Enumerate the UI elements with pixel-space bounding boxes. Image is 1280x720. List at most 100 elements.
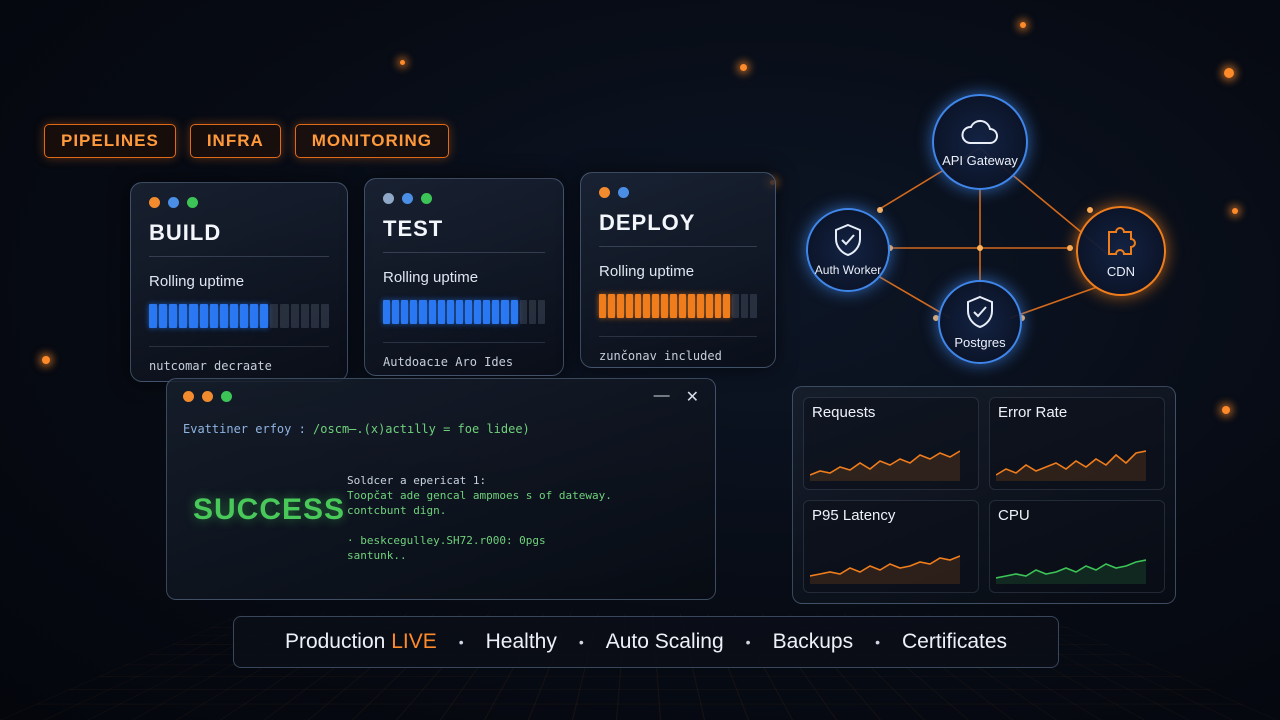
uptime-segment [492, 300, 500, 324]
sparkline [996, 559, 1146, 584]
uptime-segment [219, 304, 228, 328]
stage-title: TEST [383, 216, 545, 253]
status-bar: Production LIVE • Healthy • Auto Scaling… [233, 616, 1059, 668]
uptime-segment [616, 294, 624, 318]
live-badge: LIVE [391, 630, 437, 653]
terminal-line: Soldcer a epericat 1: [347, 474, 487, 487]
sparkline-area [810, 451, 960, 481]
terminal-line: Toopčat ade gencal ampmoes s of dateway. [347, 489, 612, 502]
ambient-glow [740, 64, 747, 71]
uptime-segment [643, 294, 651, 318]
window-dots [149, 197, 329, 208]
production-status: Production LIVE [285, 630, 437, 654]
stage-card-deploy[interactable]: DEPLOY Rolling uptime zunčonav included [580, 172, 776, 368]
uptime-segment [679, 294, 686, 318]
terminal-header: Evattiner erfoy : /oscm̶.(x)actılly = fo… [183, 422, 699, 436]
sparkline [996, 450, 1146, 481]
metric-p95-latency[interactable]: P95 Latency [803, 500, 979, 593]
uptime-segment [519, 300, 527, 324]
uptime-segment [670, 294, 678, 318]
stage-title: DEPLOY [599, 210, 757, 247]
service-graph: API Gateway Auth Worker Postgres CDN [800, 86, 1180, 386]
uptime-segment [652, 294, 660, 318]
orange-dot-icon [183, 391, 194, 402]
status-item-healthy[interactable]: Healthy [486, 630, 557, 654]
uptime-segment [189, 304, 198, 328]
ambient-glow [1222, 406, 1230, 414]
terminal-line: contcbunt dign. [347, 504, 447, 517]
uptime-segment [270, 304, 279, 328]
stage-card-test[interactable]: TEST Rolling uptime Autdoacıe Aro Ides [364, 178, 564, 376]
uptime-segment [428, 300, 436, 324]
metric-title: P95 Latency [812, 507, 896, 524]
stage-card-build[interactable]: BUILD Rolling uptime nutcomar decraate [130, 182, 348, 382]
green-dot-icon [187, 197, 198, 208]
uptime-segment [392, 300, 400, 324]
status-item-auto-scaling[interactable]: Auto Scaling [606, 630, 724, 654]
node-cdn[interactable]: CDN [1076, 206, 1166, 296]
terminal-output: Soldcer a epericat 1: Toopčat ade gencal… [347, 473, 612, 563]
stage-footer: nutcomar decraate [149, 346, 329, 373]
tab-monitoring[interactable]: MONITORING [294, 124, 449, 158]
stage-subtitle: Rolling uptime [149, 273, 245, 290]
green-dot-icon [221, 391, 232, 402]
uptime-segment [501, 300, 509, 324]
minimize-icon[interactable]: — [654, 387, 670, 407]
uptime-segment [750, 294, 758, 318]
green-dot-icon [421, 193, 432, 204]
node-postgres[interactable]: Postgres [938, 280, 1022, 364]
separator: • [458, 634, 464, 650]
tab-pipelines[interactable]: PIPELINES [44, 124, 176, 158]
ambient-glow [1232, 208, 1238, 214]
window-dots [383, 193, 545, 204]
terminal-line: · beskcegulley.SH72.r000: 0pgs [347, 534, 546, 547]
uptime-segment [290, 304, 299, 328]
uptime-segment [599, 294, 606, 318]
uptime-segment [741, 294, 749, 318]
uptime-segment [437, 300, 445, 324]
node-auth-worker[interactable]: Auth Worker [806, 208, 890, 292]
separator: • [745, 634, 751, 650]
terminal-window[interactable]: — ✕ Evattiner erfoy : /oscm̶.(x)actılly … [166, 378, 716, 600]
close-icon[interactable]: ✕ [686, 387, 699, 407]
uptime-segment [661, 294, 669, 318]
uptime-segment [149, 304, 158, 328]
window-dots [183, 391, 699, 402]
success-status: SUCCESS [193, 493, 346, 526]
ambient-glow [1020, 22, 1026, 28]
uptime-bar [149, 304, 329, 328]
uptime-segment [483, 300, 491, 324]
tab-infra[interactable]: INFRA [189, 124, 281, 158]
ambient-glow [400, 60, 405, 65]
uptime-segment [537, 300, 545, 324]
shield-check-icon [967, 295, 993, 328]
node-label: Auth Worker [814, 263, 882, 277]
uptime-segment [260, 304, 269, 328]
orange-dot-icon [149, 197, 160, 208]
metric-error-rate[interactable]: Error Rate [989, 397, 1165, 490]
uptime-segment [687, 294, 695, 318]
uptime-segment [401, 300, 409, 324]
uptime-segment [732, 294, 740, 318]
uptime-segment [528, 300, 536, 324]
uptime-segment [510, 300, 518, 324]
uptime-segment [714, 294, 722, 318]
node-api-gateway[interactable]: API Gateway [932, 94, 1028, 190]
node-label: Postgres [954, 334, 1006, 350]
puzzle-icon [1108, 226, 1136, 255]
uptime-segment [705, 294, 713, 318]
blue-dot-icon [402, 193, 413, 204]
uptime-segment [239, 304, 249, 328]
uptime-segment [199, 304, 208, 328]
status-item-certificates[interactable]: Certificates [902, 630, 1007, 654]
status-item-backups[interactable]: Backups [773, 630, 854, 654]
uptime-segment [634, 294, 642, 318]
blue-dot-icon [383, 193, 394, 204]
metric-cpu[interactable]: CPU [989, 500, 1165, 593]
uptime-segment [179, 304, 188, 328]
sparkline [810, 450, 960, 481]
metric-requests[interactable]: Requests [803, 397, 979, 490]
nav-tabs: PIPELINES INFRA MONITORING [44, 124, 449, 158]
uptime-segment [250, 304, 259, 328]
cloud-icon [961, 119, 998, 144]
